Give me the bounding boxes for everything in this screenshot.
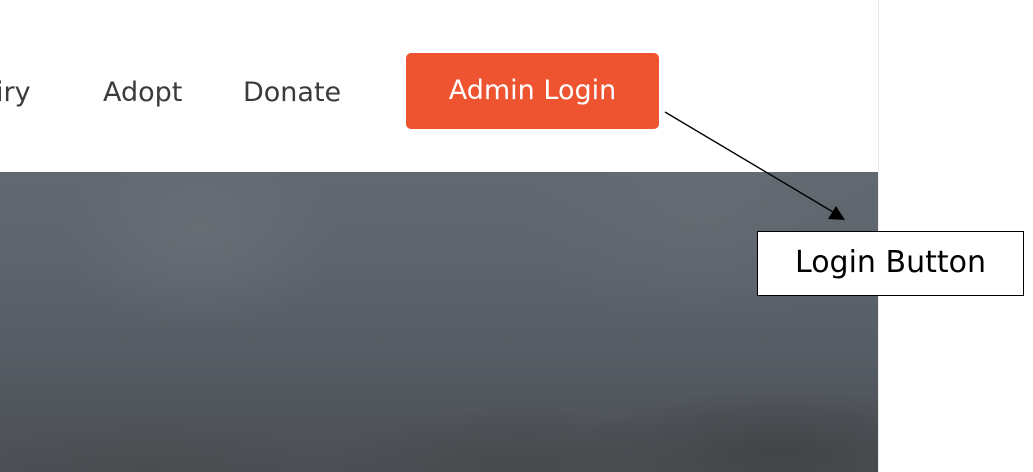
- hero-image: [0, 172, 879, 472]
- admin-login-button[interactable]: Admin Login: [406, 53, 659, 129]
- screenshot: iry Adopt Donate Admin Login Login Butto…: [0, 0, 1033, 472]
- nav-link-donate[interactable]: Donate: [243, 75, 341, 111]
- top-navbar: iry Adopt Donate Admin Login: [0, 0, 879, 172]
- nav-link-enquiry[interactable]: iry: [0, 75, 31, 111]
- nav-link-adopt[interactable]: Adopt: [103, 75, 182, 111]
- website-viewport: iry Adopt Donate Admin Login: [0, 0, 879, 472]
- annotation-callout: Login Button: [757, 231, 1024, 296]
